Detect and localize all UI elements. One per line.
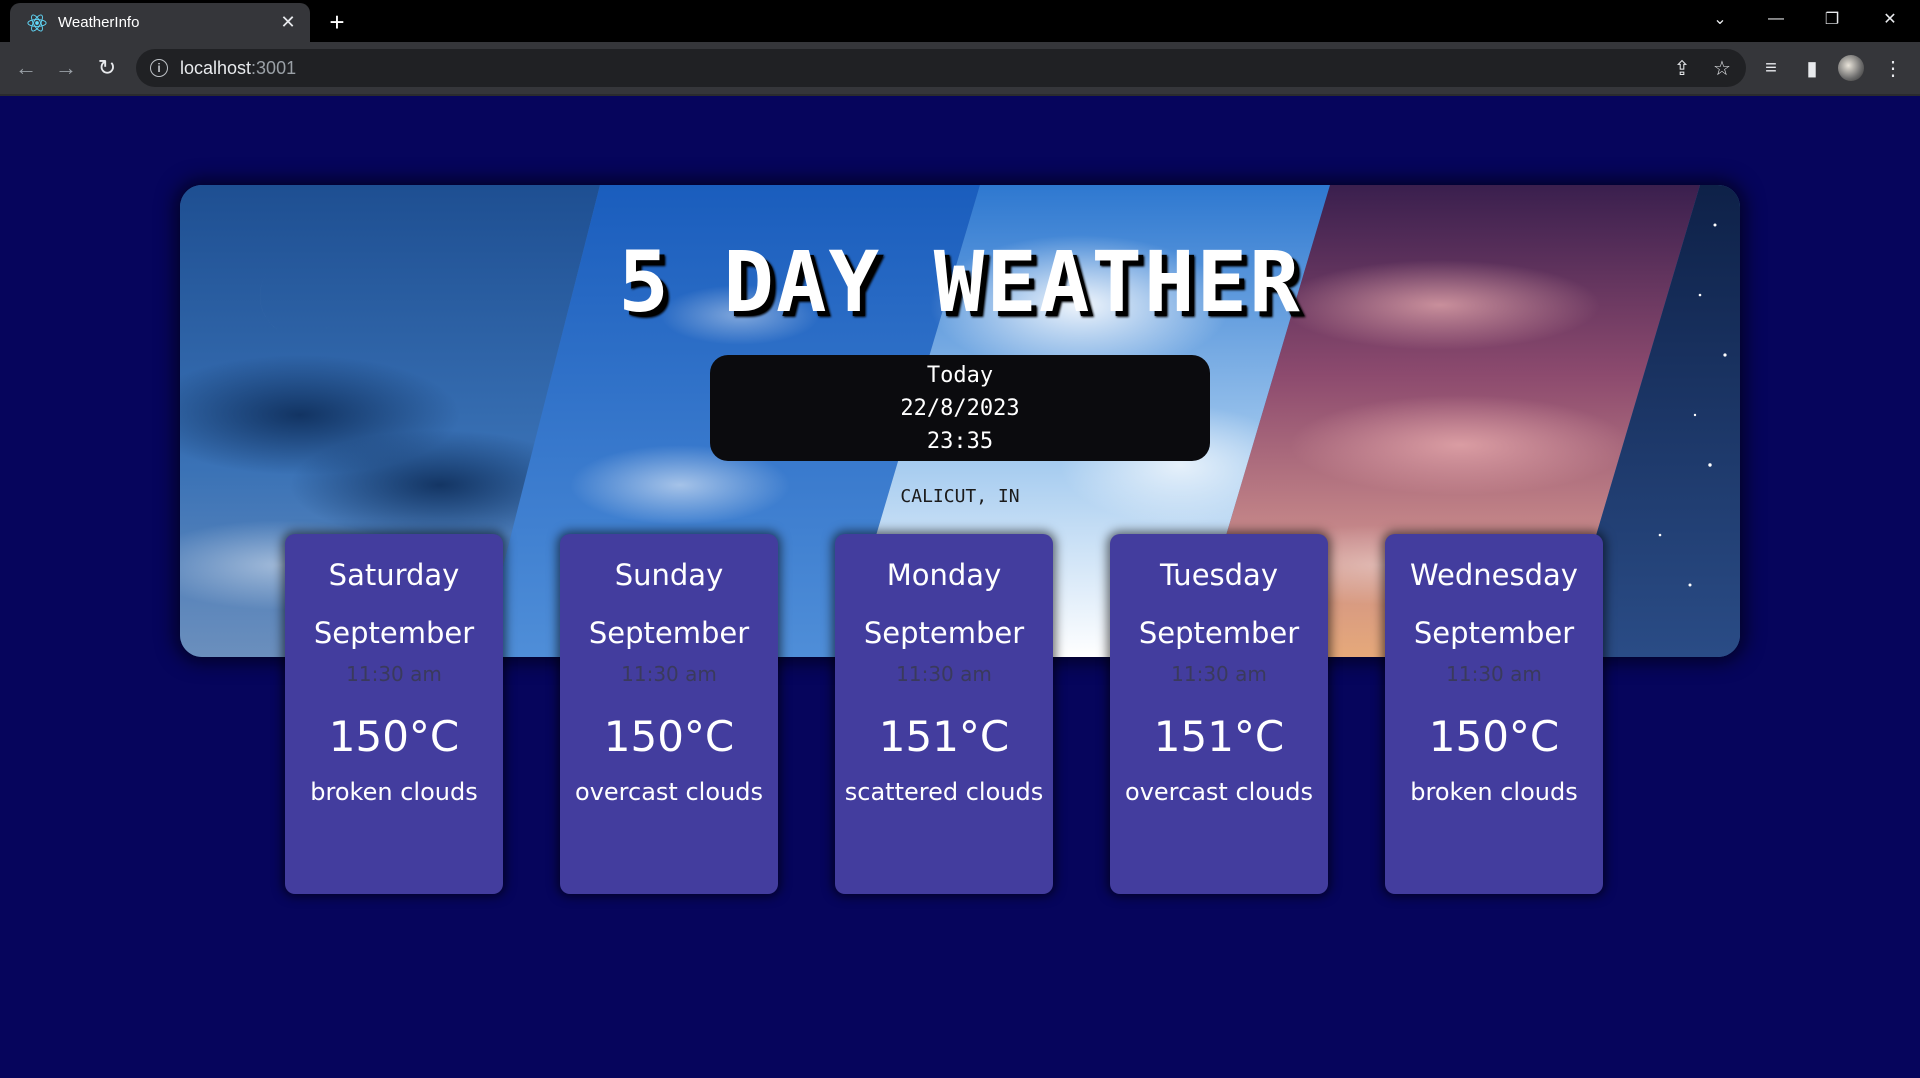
forecast-card: Sunday September 11:30 am 150°C overcast… (560, 534, 778, 894)
forecast-month: September (1138, 616, 1300, 650)
today-date: 22/8/2023 (900, 395, 1020, 421)
forward-arrow-icon[interactable]: → (50, 52, 82, 84)
close-window-icon[interactable]: ✕ (1862, 0, 1918, 38)
toolbar-divider (0, 94, 1920, 96)
browser-tab-strip: WeatherInfo ✕ + ⌄ — ❐ ✕ (0, 0, 1920, 42)
star-icon[interactable]: ☆ (1706, 52, 1738, 84)
forecast-card: Tuesday September 11:30 am 151°C overcas… (1110, 534, 1328, 894)
forecast-time: 11:30 am (896, 662, 992, 686)
forecast-description: overcast clouds (575, 778, 763, 806)
today-time: 23:35 (926, 428, 994, 454)
forecast-card: Saturday September 11:30 am 150°C broken… (285, 534, 503, 894)
forecast-temp: 151°C (1153, 712, 1285, 761)
forecast-day: Monday (886, 558, 1002, 592)
browser-toolbar: ← → ↻ i localhost:3001 ⇪ ☆ ≡ ▮ ⋮ (0, 42, 1920, 94)
forecast-time: 11:30 am (1171, 662, 1267, 686)
forecast-time: 11:30 am (346, 662, 442, 686)
back-arrow-icon[interactable]: ← (10, 52, 42, 84)
restore-icon[interactable]: ❐ (1804, 0, 1860, 38)
forecast-time: 11:30 am (621, 662, 717, 686)
site-info-icon[interactable]: i (150, 59, 168, 77)
address-bar[interactable]: i localhost:3001 (136, 49, 1746, 87)
minimize-icon[interactable]: — (1748, 0, 1804, 38)
media-controls-icon[interactable]: ≡ (1755, 52, 1787, 84)
forecast-month: September (863, 616, 1025, 650)
forecast-description: scattered clouds (844, 778, 1044, 806)
forecast-time: 11:30 am (1446, 662, 1542, 686)
forecast-temp: 150°C (1428, 712, 1560, 761)
share-icon[interactable]: ⇪ (1666, 52, 1698, 84)
page-title: 5 DAY WEATHER (618, 233, 1302, 331)
forecast-month: September (313, 616, 475, 650)
kebab-menu-icon[interactable]: ⋮ (1877, 52, 1909, 84)
close-tab-icon[interactable]: ✕ (276, 11, 300, 35)
url-text: localhost:3001 (180, 57, 297, 78)
forecast-description: broken clouds (1410, 778, 1578, 806)
tab-title: WeatherInfo (58, 14, 140, 31)
forecast-day: Sunday (614, 558, 724, 592)
profile-avatar[interactable] (1838, 55, 1864, 81)
today-panel: Today 22/8/2023 23:35 (710, 355, 1210, 461)
forecast-card: Wednesday September 11:30 am 150°C broke… (1385, 534, 1603, 894)
forecast-temp: 151°C (878, 712, 1010, 761)
forecast-description: broken clouds (310, 778, 478, 806)
forecast-day: Wednesday (1410, 558, 1578, 592)
reload-icon[interactable]: ↻ (91, 52, 123, 84)
location-label: CALICUT, IN (900, 486, 1020, 507)
forecast-card: Monday September 11:30 am 151°C scattere… (835, 534, 1053, 894)
forecast-description: overcast clouds (1125, 778, 1313, 806)
tab-search-icon[interactable]: ⌄ (1692, 0, 1748, 38)
forecast-day: Tuesday (1160, 558, 1278, 592)
new-tab-icon[interactable]: + (322, 7, 352, 37)
forecast-temp: 150°C (328, 712, 460, 761)
side-panel-icon[interactable]: ▮ (1796, 52, 1828, 84)
browser-tab[interactable]: WeatherInfo ✕ (10, 3, 310, 42)
forecast-month: September (1413, 616, 1575, 650)
today-label: Today (926, 362, 994, 388)
forecast-day: Saturday (328, 558, 460, 592)
forecast-month: September (588, 616, 750, 650)
forecast-temp: 150°C (603, 712, 735, 761)
react-atom-icon (26, 12, 48, 34)
